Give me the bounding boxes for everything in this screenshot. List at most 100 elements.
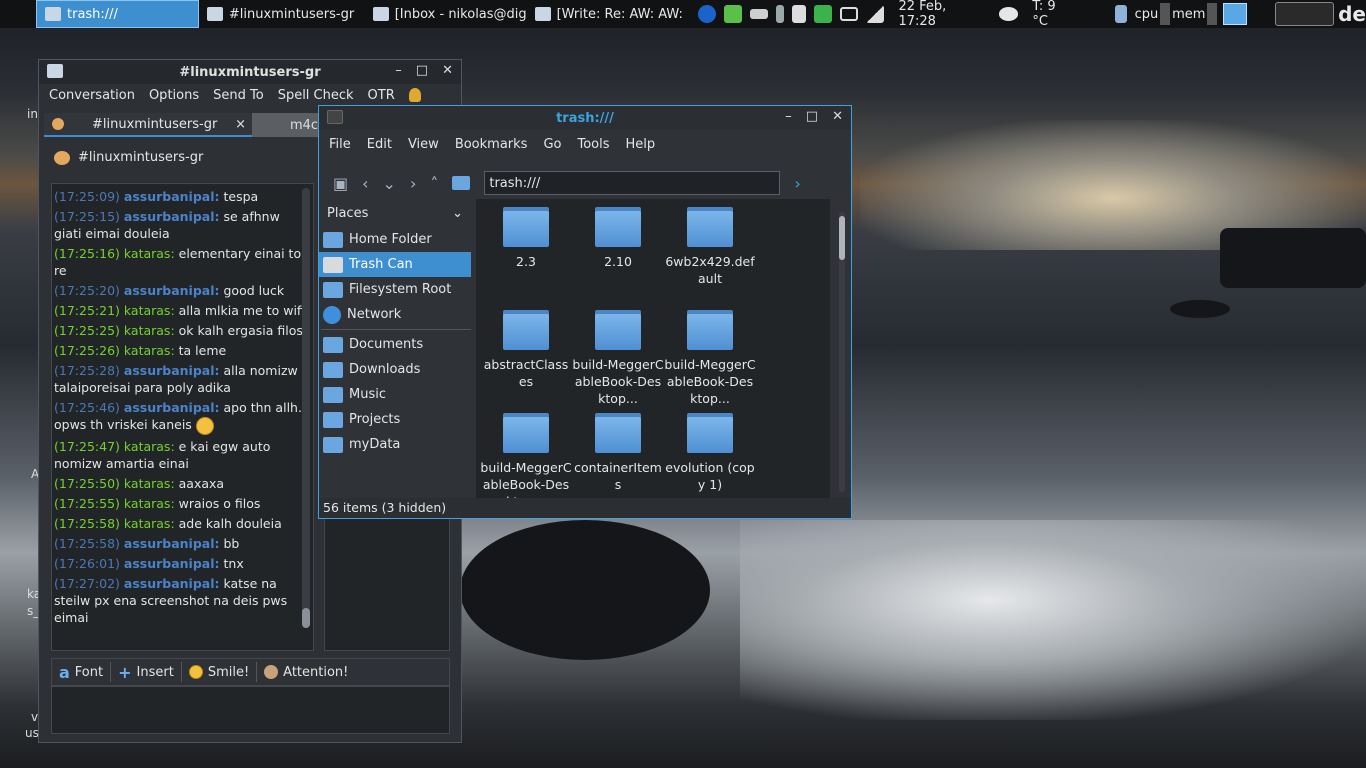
app-menu-icon[interactable] [1274, 2, 1335, 26]
places-item[interactable]: Filesystem Root [319, 277, 471, 302]
places-item[interactable]: Music [319, 382, 471, 407]
tab-close-icon[interactable]: × [235, 117, 246, 132]
menu-help[interactable]: Help [626, 137, 656, 152]
menu-view[interactable]: View [408, 137, 439, 152]
minimize-button[interactable]: – [395, 63, 402, 78]
message-entry[interactable] [51, 686, 450, 734]
message-text: wraios o filos [178, 495, 261, 511]
tab-m4c[interactable]: m4c [252, 113, 322, 137]
file-item[interactable]: 2.10 [572, 207, 664, 304]
scrollbar-thumb[interactable] [302, 608, 310, 628]
file-item[interactable]: 6wb2x429.default [664, 207, 756, 304]
menu-go[interactable]: Go [543, 137, 561, 152]
places-item[interactable]: Projects [319, 407, 471, 432]
volume-icon[interactable] [866, 5, 885, 23]
desktop-pager-button[interactable] [1223, 3, 1247, 25]
tab-linuxmintusers-gr[interactable]: #linuxmintusers-gr × [44, 113, 254, 137]
conversation-scrollbar[interactable] [302, 188, 310, 628]
message-nick[interactable]: kataras: [124, 496, 175, 511]
temperature[interactable]: T: 9 °C [1032, 0, 1074, 29]
message-nick[interactable]: kataras: [124, 323, 175, 338]
chat-titlebar[interactable]: #linuxmintusers-gr – □ ✕ [39, 60, 461, 84]
file-view[interactable]: 2.3 2.10 6wb2x429.default abstractClasses bu… [476, 199, 830, 499]
font-button[interactable]: a Font [52, 662, 112, 682]
file-item[interactable]: build-MeggerCableBook-Desktop... [480, 413, 572, 499]
insert-button[interactable]: + Insert [111, 662, 182, 682]
menu-spell-check[interactable]: Spell Check [278, 88, 354, 103]
message-nick[interactable]: kataras: [124, 476, 175, 491]
message-nick[interactable]: assurbanipal: [124, 209, 220, 224]
menu-otr[interactable]: OTR [368, 88, 395, 103]
message-nick[interactable]: kataras: [124, 246, 175, 261]
bluetooth-icon[interactable] [776, 5, 785, 23]
places-item[interactable]: Documents [319, 332, 471, 357]
file-item[interactable]: build-MeggerCableBook-Desktop... [572, 310, 664, 407]
cpu-meter[interactable] [1160, 3, 1171, 25]
fm-titlebar[interactable]: trash:/// – □ ✕ [319, 106, 851, 130]
file-item[interactable]: evolution (copy 1) [664, 413, 756, 499]
network-tool-icon[interactable] [724, 5, 743, 23]
up-icon[interactable]: ˄ [430, 174, 438, 193]
message-nick[interactable]: assurbanipal: [124, 576, 220, 591]
menu-file[interactable]: File [329, 137, 351, 152]
address-bar[interactable]: trash:/// [484, 171, 781, 195]
menu-edit[interactable]: Edit [367, 137, 392, 152]
message-nick[interactable]: assurbanipal: [124, 556, 220, 571]
menu-options[interactable]: Options [149, 88, 199, 103]
file-item[interactable]: build-MeggerCableBook-Desktop... [664, 310, 756, 407]
places-header[interactable]: Places ⌄ [319, 200, 471, 227]
file-view-scrollbar[interactable] [837, 212, 847, 492]
file-item[interactable]: abstractClasses [480, 310, 572, 407]
clock[interactable]: 22 Feb, 17:28 [898, 0, 986, 29]
corner-label[interactable]: de [1338, 2, 1366, 26]
chevron-down-icon[interactable]: ⌄ [452, 206, 463, 221]
menu-conversation[interactable]: Conversation [49, 88, 135, 103]
history-dropdown-icon[interactable]: ⌄ [383, 174, 396, 193]
task-filemanager[interactable]: trash:/// [36, 0, 199, 28]
hp-icon[interactable] [698, 5, 717, 23]
message-nick[interactable]: assurbanipal: [124, 189, 220, 204]
places-item[interactable]: Downloads [319, 357, 471, 382]
places-item[interactable]: myData [319, 432, 471, 457]
mem-meter[interactable] [1207, 3, 1218, 25]
minimize-button[interactable]: – [785, 109, 792, 124]
task-mail-write[interactable]: [Write: Re: AW: AW: ... [527, 0, 688, 28]
menu-bookmarks[interactable]: Bookmarks [455, 137, 528, 152]
smile-button[interactable]: Smile! [182, 662, 258, 682]
menu-tools[interactable]: Tools [577, 137, 609, 152]
scrollbar-thumb[interactable] [839, 216, 845, 260]
forward-icon[interactable]: › [410, 174, 416, 193]
file-item[interactable]: 2.3 [480, 207, 572, 304]
maximize-button[interactable]: □ [416, 63, 428, 78]
back-icon[interactable]: ‹ [362, 174, 368, 193]
file-item[interactable]: containerItems [572, 413, 664, 499]
task-mail-inbox[interactable]: [Inbox - nikolas@dig... [365, 0, 527, 28]
task-chat[interactable]: #linuxmintusers-gr [199, 0, 365, 28]
envelope-icon[interactable] [840, 7, 859, 21]
battery-icon[interactable] [750, 9, 769, 19]
conversation-log[interactable]: (17:25:09) assurbanipal: tespa (17:25:15)… [51, 183, 314, 651]
message-nick[interactable]: kataras: [124, 516, 175, 531]
message-text: tnx [223, 555, 244, 571]
message-nick[interactable]: assurbanipal: [124, 536, 220, 551]
close-button[interactable]: ✕ [442, 63, 453, 78]
places-item[interactable]: Network [319, 302, 471, 327]
otr-status-icon[interactable] [408, 88, 421, 102]
close-button[interactable]: ✕ [832, 109, 843, 124]
new-tab-icon[interactable]: ▣ [333, 174, 348, 193]
clipboard-icon[interactable] [1114, 5, 1127, 23]
message-nick[interactable]: assurbanipal: [124, 363, 220, 378]
message-nick[interactable]: kataras: [124, 343, 175, 358]
go-icon[interactable]: › [794, 174, 800, 193]
update-check-icon[interactable] [814, 5, 833, 23]
message-nick[interactable]: assurbanipal: [124, 400, 220, 415]
message-nick[interactable]: kataras: [124, 439, 175, 454]
menu-send-to[interactable]: Send To [213, 88, 264, 103]
attention-button[interactable]: Attention! [257, 662, 355, 682]
network-updown-icon[interactable] [792, 5, 807, 23]
message-nick[interactable]: kataras: [124, 303, 175, 318]
places-item[interactable]: Trash Can [319, 252, 471, 277]
message-nick[interactable]: assurbanipal: [124, 283, 220, 298]
maximize-button[interactable]: □ [806, 109, 818, 124]
places-item[interactable]: Home Folder [319, 227, 471, 252]
